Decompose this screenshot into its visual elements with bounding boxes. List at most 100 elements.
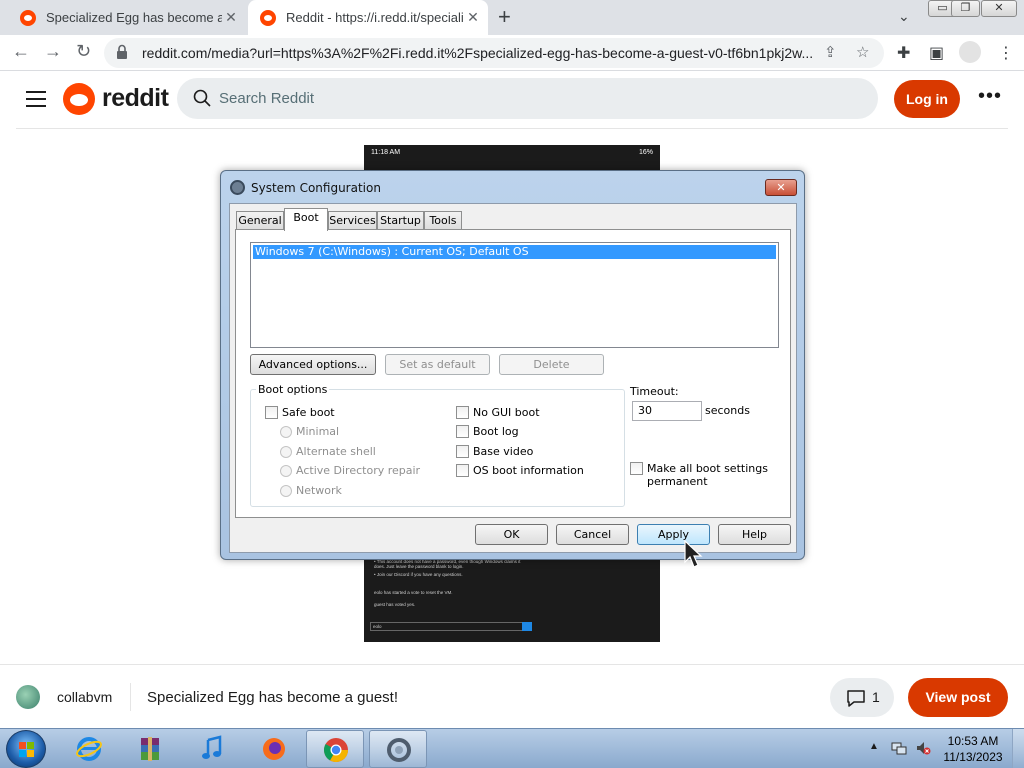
browser-tab-active[interactable]: Reddit - https://i.redd.it/specializ ✕: [248, 0, 488, 35]
set-as-default-button[interactable]: Set as default: [385, 354, 490, 375]
ok-button[interactable]: OK: [475, 524, 548, 545]
radio-circle: [280, 484, 292, 497]
sidepanel-icon[interactable]: ▣: [929, 43, 944, 63]
show-hidden-icons-icon[interactable]: ▲: [869, 741, 879, 752]
media-text-line: • Join our Discord if you have any quest…: [374, 572, 463, 577]
close-window-icon[interactable]: ✕: [981, 0, 1017, 17]
delete-button[interactable]: Delete: [499, 354, 604, 375]
windows-logo-icon: [19, 742, 34, 757]
dialog-close-button[interactable]: ✕: [765, 179, 797, 196]
boot-log-checkbox[interactable]: Boot log: [456, 425, 519, 438]
close-tab-icon[interactable]: ✕: [464, 9, 482, 26]
system-configuration-dialog: System Configuration ✕ General Boot Serv…: [220, 170, 805, 560]
reddit-search-bar[interactable]: Search Reddit: [177, 78, 878, 119]
seconds-label: seconds: [705, 404, 750, 417]
taskbar-clock-time[interactable]: 10:53 AM: [944, 734, 1002, 748]
radio-alternate-shell[interactable]: Alternate shell: [280, 445, 376, 458]
internet-explorer-icon: [76, 737, 102, 761]
advanced-options-button[interactable]: Advanced options...: [250, 354, 376, 375]
help-button[interactable]: Help: [718, 524, 791, 545]
taskbar-itunes[interactable]: [183, 730, 241, 768]
taskbar-system-configuration[interactable]: [369, 730, 427, 768]
timeout-input[interactable]: 30: [632, 401, 702, 421]
reddit-wordmark[interactable]: reddit: [102, 84, 169, 113]
chat-prefix: eolo: [373, 624, 382, 629]
checkbox-box: [456, 406, 469, 419]
no-gui-boot-checkbox[interactable]: No GUI boot: [456, 406, 540, 419]
msconfig-icon: [387, 738, 411, 762]
profile-icon[interactable]: [959, 41, 981, 63]
tab-boot[interactable]: Boot: [284, 208, 328, 231]
tab-services[interactable]: Services: [328, 211, 377, 230]
make-permanent-checkbox[interactable]: Make all boot settings permanent: [630, 462, 768, 488]
back-icon[interactable]: ←: [12, 41, 30, 62]
star-icon[interactable]: ☆: [856, 43, 869, 61]
checkbox-label: Make all boot settings permanent: [647, 462, 768, 488]
browser-tab[interactable]: Specialized Egg has become a gu ✕: [8, 0, 246, 35]
tab-general[interactable]: General: [236, 211, 284, 230]
network-icon[interactable]: [891, 740, 907, 756]
radio-circle: [280, 425, 292, 438]
volume-muted-icon[interactable]: [915, 740, 931, 756]
cancel-button[interactable]: Cancel: [556, 524, 629, 545]
community-name[interactable]: collabvm: [57, 689, 112, 705]
search-placeholder: Search Reddit: [219, 90, 315, 107]
close-tab-icon[interactable]: ✕: [222, 9, 240, 26]
restore-window-icon[interactable]: ❐: [951, 0, 980, 17]
start-button[interactable]: [6, 730, 46, 768]
boot-os-list[interactable]: Windows 7 (C:\Windows) : Current OS; Def…: [250, 242, 779, 348]
radio-active-directory-repair[interactable]: Active Directory repair: [280, 464, 420, 477]
mouse-cursor-icon: [684, 540, 703, 568]
base-video-checkbox[interactable]: Base video: [456, 445, 533, 458]
menu-icon[interactable]: ⋮: [998, 43, 1014, 63]
forward-icon[interactable]: →: [44, 41, 62, 62]
os-boot-information-checkbox[interactable]: OS boot information: [456, 464, 584, 477]
browser-tab-strip: Specialized Egg has become a gu ✕ Reddit…: [0, 0, 1024, 35]
media-chat-area: • This account does not have a password,…: [364, 555, 660, 642]
taskbar-chrome[interactable]: [306, 730, 364, 768]
permanent-label-line1: Make all boot settings: [647, 462, 768, 475]
checkbox-label: No GUI boot: [473, 406, 540, 419]
view-post-button[interactable]: View post: [908, 678, 1008, 717]
radio-label: Network: [296, 484, 342, 497]
itunes-icon: [202, 735, 222, 759]
show-desktop-button[interactable]: [1012, 729, 1024, 768]
radio-circle: [280, 445, 292, 458]
hamburger-menu-icon[interactable]: [26, 91, 46, 107]
tab-title: Specialized Egg has become a gu: [46, 10, 222, 25]
checkbox-label: OS boot information: [473, 464, 584, 477]
comment-icon: [847, 690, 865, 707]
community-avatar[interactable]: [16, 685, 40, 709]
reddit-logo-icon[interactable]: [63, 83, 95, 115]
timeout-label: Timeout:: [630, 385, 679, 398]
dialog-title: System Configuration: [251, 181, 381, 195]
radio-label: Active Directory repair: [296, 464, 421, 477]
phone-battery: 16%: [638, 149, 653, 156]
browser-toolbar: ← → ↻ reddit.com/media?url=https%3A%2F%2…: [0, 35, 1024, 71]
comments-button[interactable]: 1: [830, 678, 894, 717]
radio-minimal[interactable]: Minimal: [280, 425, 339, 438]
tab-tools[interactable]: Tools: [424, 211, 462, 230]
phone-time: 11:18 AM: [371, 149, 401, 156]
safe-boot-checkbox[interactable]: Safe boot: [265, 406, 335, 419]
taskbar-winrar[interactable]: [121, 730, 179, 768]
checkbox-box: [456, 425, 469, 438]
tab-search-chevron-icon[interactable]: ⌄: [898, 8, 910, 25]
tab-startup[interactable]: Startup: [377, 211, 424, 230]
new-tab-icon[interactable]: +: [498, 6, 511, 28]
reload-icon[interactable]: ↻: [76, 41, 91, 62]
taskbar-internet-explorer[interactable]: [60, 730, 118, 768]
extensions-icon[interactable]: ✚: [897, 43, 910, 63]
taskbar-firefox[interactable]: [245, 730, 303, 768]
dialog-client-area: General Boot Services Startup Tools Wind…: [229, 203, 797, 553]
post-title[interactable]: Specialized Egg has become a guest!: [147, 689, 398, 706]
radio-network[interactable]: Network: [280, 484, 342, 497]
footer-divider: [130, 683, 131, 711]
login-button[interactable]: Log in: [894, 80, 960, 118]
boot-tab-panel: Windows 7 (C:\Windows) : Current OS; Def…: [235, 229, 791, 518]
boot-os-entry[interactable]: Windows 7 (C:\Windows) : Current OS; Def…: [253, 245, 776, 259]
address-bar[interactable]: reddit.com/media?url=https%3A%2F%2Fi.red…: [104, 38, 884, 68]
more-options-icon[interactable]: •••: [978, 85, 1002, 108]
share-icon[interactable]: ⇪: [824, 43, 837, 61]
taskbar-clock-date[interactable]: 11/13/2023: [938, 750, 1008, 764]
